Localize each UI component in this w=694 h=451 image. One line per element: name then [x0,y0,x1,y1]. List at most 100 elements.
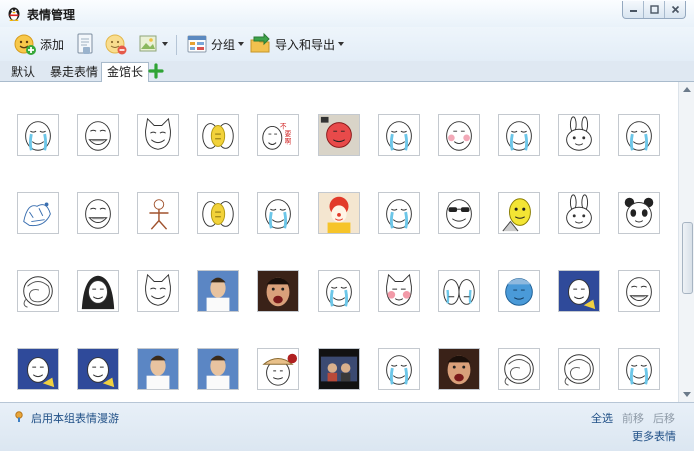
face-cry-icon [386,355,412,385]
emoticon-thumbnail[interactable] [257,270,299,312]
panda-icon [624,197,654,228]
vertical-scrollbar[interactable] [678,82,694,402]
more-emoticons-link[interactable]: 更多表情 [632,428,676,444]
emoticon-thumbnail[interactable] [498,114,540,156]
cat-smile-icon [145,273,171,306]
emoticon-thumbnail[interactable] [77,114,119,156]
close-icon [671,5,679,14]
emoticon-thumbnail[interactable] [318,348,360,390]
emoticon-thumbnail[interactable] [257,348,299,390]
select-all-link[interactable]: 全选 [591,410,613,426]
stickman-icon [149,199,169,230]
add-tab-icon[interactable] [148,63,164,79]
face-hat-icon [262,353,298,386]
emoticon-thumbnail[interactable] [17,192,59,234]
emoticon-thumbnail[interactable] [197,192,239,234]
group-button[interactable]: 分组 [186,31,245,57]
emoticon-thumbnail[interactable] [378,348,420,390]
tab-jin-guanzhang[interactable]: 金馆长 [101,62,150,83]
scroll-thumb[interactable] [682,222,693,294]
double-cry-icon [443,279,475,305]
emoticon-thumbnail[interactable] [438,114,480,156]
emoticon-thumbnail[interactable] [498,348,540,390]
rabbit-icon [566,116,592,151]
emoticon-thumbnail[interactable] [378,114,420,156]
face-dark-icon [81,275,115,310]
emoticon-thumbnail[interactable] [378,192,420,234]
emoticon-thumbnail[interactable] [558,270,600,312]
face-cry-icon [386,199,412,229]
delete-button[interactable] [104,31,128,57]
face-photo-blue-icon [78,349,118,389]
emoticon-thumbnail[interactable] [438,270,480,312]
emoticon-thumbnail[interactable] [137,348,179,390]
photo-group-icon [319,349,359,389]
emoticon-thumbnail[interactable] [438,192,480,234]
photo-person-icon [198,349,238,389]
emoticon-thumbnail[interactable] [558,192,600,234]
emoticon-thumbnail[interactable] [197,348,239,390]
emoticon-thumbnail[interactable] [618,348,660,390]
face-glasses-icon [446,199,472,229]
move-back-link[interactable]: 后移 [653,410,675,426]
emoticon-thumbnail[interactable] [197,270,239,312]
close-button[interactable] [665,1,685,18]
group-icon [187,35,207,53]
emoticon-thumbnail[interactable] [17,114,59,156]
emoticon-thumbnail[interactable] [318,114,360,156]
image-options-button[interactable] [137,31,168,57]
import-export-button[interactable]: 导入和导出 [248,31,345,57]
emoticon-thumbnail[interactable]: 不要啊 [257,114,299,156]
emoticon-thumbnail[interactable] [17,270,59,312]
emoticon-thumbnail[interactable] [558,348,600,390]
emoticon-thumbnail[interactable] [378,270,420,312]
add-button[interactable]: 添加 [13,31,64,57]
emoticon-thumbnail[interactable] [618,270,660,312]
face-cry-icon [25,121,51,151]
face-cry-icon [326,277,352,307]
photo-face-icon [439,349,479,389]
emoticon-thumbnail[interactable] [137,114,179,156]
image-icon [139,35,157,52]
emoticon-thumbnail[interactable] [618,114,660,156]
emoticon-thumbnail[interactable] [318,192,360,234]
emoticon-thumbnail[interactable] [77,270,119,312]
emoticon-thumbnail[interactable] [77,348,119,390]
scroll-up-arrow-icon[interactable] [683,87,691,92]
face-redtext-icon: 不要啊 [262,122,292,150]
emoticon-grid: 不要啊 [0,82,678,402]
face-swirl-icon [504,354,534,386]
face-photo-blue-icon [559,271,599,311]
emoticon-manager-window: 表情管理 添加 分组 导入和导出 默认 暴走表情 金馆长 不 要 啊 启用本组表… [0,0,694,451]
tab-default[interactable]: 默认 [5,62,41,82]
emoticon-thumbnail[interactable] [17,348,59,390]
emoticon-thumbnail[interactable] [137,192,179,234]
cat-smile-icon [145,117,171,150]
double-yellow-icon [202,201,234,227]
maximize-icon [649,5,659,14]
emoticon-thumbnail[interactable] [318,270,360,312]
emoticon-thumbnail[interactable] [618,192,660,234]
emoticon-thumbnail[interactable] [197,114,239,156]
emoticon-thumbnail[interactable] [498,192,540,234]
cat-blush-icon [386,273,412,306]
tab-rage-comics[interactable]: 暴走表情 [44,62,104,82]
properties-button[interactable] [74,31,96,57]
maximize-button[interactable] [644,1,665,18]
emoticon-thumbnail[interactable] [498,270,540,312]
emoticon-thumbnail[interactable] [438,348,480,390]
toolbar: 添加 分组 导入和导出 [0,27,694,61]
chevron-down-icon [338,42,345,46]
enable-roaming-link[interactable]: 启用本组表情漫游 [31,410,119,426]
face-smile-icon [626,277,652,307]
move-forward-link[interactable]: 前移 [622,410,644,426]
scroll-down-arrow-icon[interactable] [683,392,691,397]
tab-label: 暴走表情 [50,65,99,79]
emoticon-thumbnail[interactable] [558,114,600,156]
face-cry-icon [386,121,412,151]
minimize-button[interactable] [623,1,644,18]
emoticon-thumbnail[interactable] [257,192,299,234]
add-emoticon-icon [14,34,36,55]
emoticon-thumbnail[interactable] [77,192,119,234]
emoticon-thumbnail[interactable] [137,270,179,312]
